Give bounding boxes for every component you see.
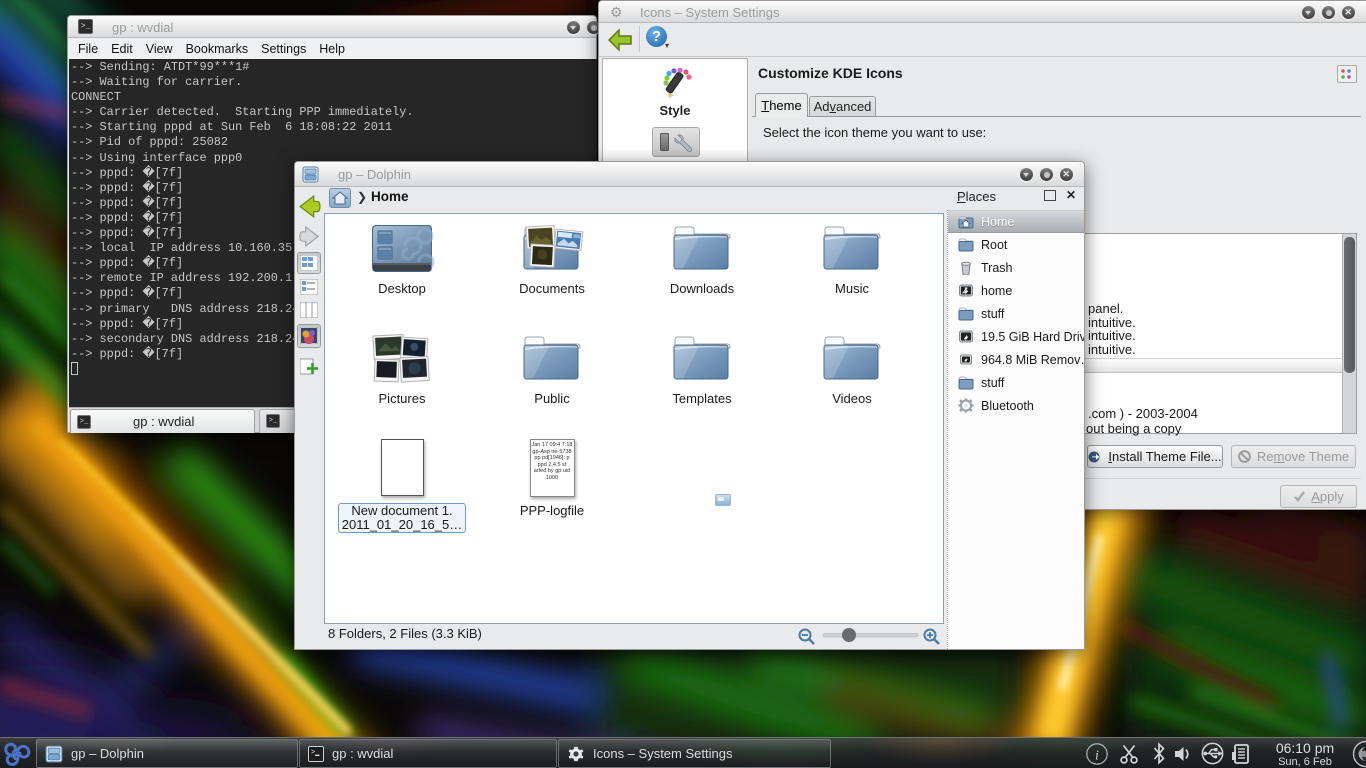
svg-text:i: i [1095, 748, 1099, 763]
